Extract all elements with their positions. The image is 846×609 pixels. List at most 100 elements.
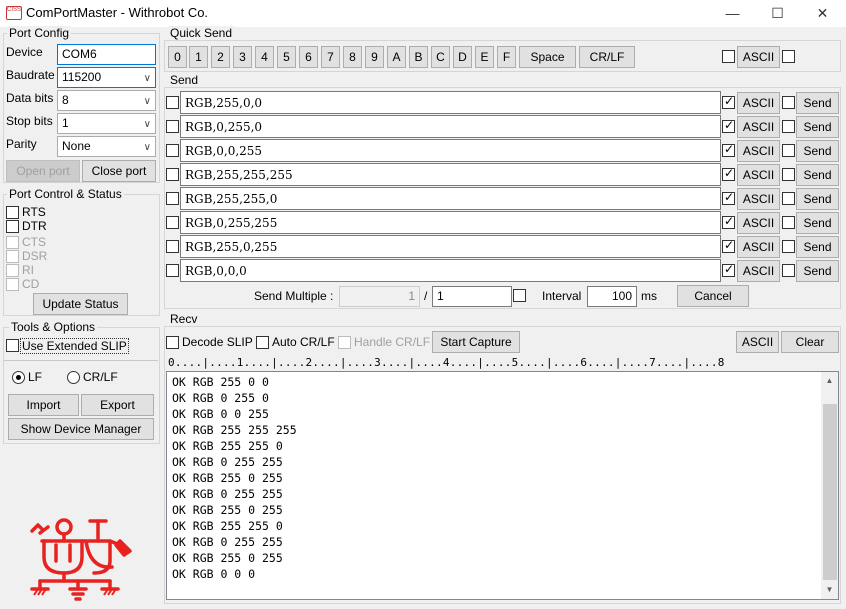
send-input[interactable]: RGB,0,255,0 — [180, 115, 721, 138]
recv-ascii-button[interactable]: ASCII — [736, 331, 779, 353]
send-input[interactable]: RGB,255,255,255 — [180, 163, 721, 186]
send-button[interactable]: Send — [796, 260, 839, 282]
dtr-checkbox[interactable] — [6, 220, 19, 233]
rts-checkbox[interactable] — [6, 206, 19, 219]
quick-ascii-button[interactable]: ASCII — [737, 46, 780, 68]
send-select-checkbox[interactable] — [166, 144, 179, 157]
lf-radio[interactable] — [12, 371, 25, 384]
quick-key-f[interactable]: F — [497, 46, 516, 68]
open-port-button[interactable]: Open port — [6, 160, 80, 182]
send-multiple-checkbox[interactable] — [513, 289, 526, 302]
send-select-checkbox[interactable] — [166, 216, 179, 229]
quick-key-7[interactable]: 7 — [321, 46, 340, 68]
crlf-radio[interactable] — [67, 371, 80, 384]
send-select-checkbox[interactable] — [166, 264, 179, 277]
send-ascii-button[interactable]: ASCII — [737, 260, 780, 282]
send-ascii-checkbox[interactable] — [782, 168, 795, 181]
send-hex-checkbox[interactable] — [722, 142, 735, 157]
send-ascii-checkbox[interactable] — [782, 96, 795, 109]
send-select-checkbox[interactable] — [166, 240, 179, 253]
send-button[interactable]: Send — [796, 116, 839, 138]
send-ascii-button[interactable]: ASCII — [737, 116, 780, 138]
use-slip-checkbox[interactable] — [6, 339, 19, 352]
send-ascii-checkbox[interactable] — [782, 192, 795, 205]
decode-slip-checkbox[interactable] — [166, 336, 179, 349]
update-status-button[interactable]: Update Status — [33, 293, 128, 315]
quick-ascii-checkbox[interactable] — [782, 50, 795, 63]
close-port-button[interactable]: Close port — [82, 160, 156, 182]
cancel-button[interactable]: Cancel — [677, 285, 749, 307]
send-hex-checkbox[interactable] — [722, 262, 735, 277]
auto-crlf-checkbox[interactable] — [256, 336, 269, 349]
quick-key-9[interactable]: 9 — [365, 46, 384, 68]
send-hex-checkbox[interactable] — [722, 94, 735, 109]
quick-key-d[interactable]: D — [453, 46, 472, 68]
quick-crlf-button[interactable]: CR/LF — [579, 46, 635, 68]
scroll-up-icon[interactable]: ▲ — [821, 373, 838, 389]
quick-key-a[interactable]: A — [387, 46, 406, 68]
stopbits-select[interactable]: 1 ∨ — [57, 113, 156, 134]
databits-select[interactable]: 8 ∨ — [57, 90, 156, 111]
send-button[interactable]: Send — [796, 92, 839, 114]
quick-key-2[interactable]: 2 — [211, 46, 230, 68]
send-hex-checkbox[interactable] — [722, 214, 735, 229]
quick-key-5[interactable]: 5 — [277, 46, 296, 68]
parity-select[interactable]: None ∨ — [57, 136, 156, 157]
send-input[interactable]: RGB,255,255,0 — [180, 187, 721, 210]
quick-key-b[interactable]: B — [409, 46, 428, 68]
recv-output[interactable]: OK RGB 255 0 0 OK RGB 0 255 0 OK RGB 0 0… — [166, 371, 839, 600]
quick-key-e[interactable]: E — [475, 46, 494, 68]
send-ascii-button[interactable]: ASCII — [737, 188, 780, 210]
quick-hex-checkbox[interactable] — [722, 50, 735, 63]
device-input[interactable]: COM6 — [57, 44, 156, 65]
scroll-down-icon[interactable]: ▼ — [821, 582, 838, 598]
send-button[interactable]: Send — [796, 164, 839, 186]
quick-key-3[interactable]: 3 — [233, 46, 252, 68]
send-ascii-button[interactable]: ASCII — [737, 164, 780, 186]
send-hex-checkbox[interactable] — [722, 238, 735, 253]
quick-key-0[interactable]: 0 — [168, 46, 187, 68]
scrollbar-thumb[interactable] — [823, 404, 837, 580]
send-input[interactable]: RGB,255,0,0 — [180, 91, 721, 114]
export-button[interactable]: Export — [81, 394, 154, 416]
send-button[interactable]: Send — [796, 140, 839, 162]
interval-input[interactable]: 100 — [587, 286, 637, 307]
quick-key-4[interactable]: 4 — [255, 46, 274, 68]
send-input[interactable]: RGB,255,0,255 — [180, 235, 721, 258]
send-button[interactable]: Send — [796, 188, 839, 210]
send-ascii-button[interactable]: ASCII — [737, 212, 780, 234]
send-ascii-checkbox[interactable] — [782, 216, 795, 229]
close-button[interactable]: ✕ — [800, 0, 845, 27]
show-device-manager-button[interactable]: Show Device Manager — [8, 418, 154, 440]
maximize-button[interactable]: ☐ — [755, 0, 800, 27]
start-capture-button[interactable]: Start Capture — [432, 331, 520, 353]
send-input[interactable]: RGB,0,255,255 — [180, 211, 721, 234]
send-ascii-checkbox[interactable] — [782, 264, 795, 277]
import-button[interactable]: Import — [8, 394, 79, 416]
send-select-checkbox[interactable] — [166, 192, 179, 205]
send-select-checkbox[interactable] — [166, 120, 179, 133]
send-ascii-button[interactable]: ASCII — [737, 92, 780, 114]
send-button[interactable]: Send — [796, 212, 839, 234]
send-ascii-checkbox[interactable] — [782, 144, 795, 157]
send-input[interactable]: RGB,0,0,0 — [180, 259, 721, 282]
send-select-checkbox[interactable] — [166, 168, 179, 181]
send-ascii-checkbox[interactable] — [782, 120, 795, 133]
baudrate-select[interactable]: 115200 ∨ — [57, 67, 156, 88]
quick-key-c[interactable]: C — [431, 46, 450, 68]
send-ascii-button[interactable]: ASCII — [737, 236, 780, 258]
quick-key-6[interactable]: 6 — [299, 46, 318, 68]
quick-key-1[interactable]: 1 — [189, 46, 208, 68]
minimize-button[interactable]: — — [710, 0, 755, 27]
send-hex-checkbox[interactable] — [722, 118, 735, 133]
send-input[interactable]: RGB,0,0,255 — [180, 139, 721, 162]
quick-key-8[interactable]: 8 — [343, 46, 362, 68]
send-select-checkbox[interactable] — [166, 96, 179, 109]
send-hex-checkbox[interactable] — [722, 166, 735, 181]
send-hex-checkbox[interactable] — [722, 190, 735, 205]
clear-button[interactable]: Clear — [781, 331, 839, 353]
send-ascii-button[interactable]: ASCII — [737, 140, 780, 162]
send-button[interactable]: Send — [796, 236, 839, 258]
send-multiple-total-input[interactable]: 1 — [432, 286, 512, 307]
send-ascii-checkbox[interactable] — [782, 240, 795, 253]
